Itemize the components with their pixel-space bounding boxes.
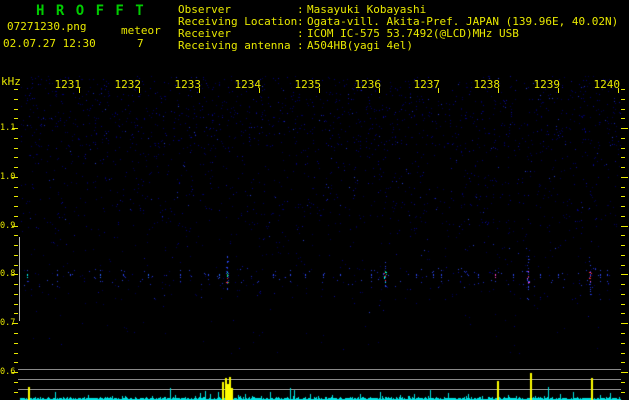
y-minor-tick-right [621, 353, 625, 354]
y-major-tick-right [621, 323, 628, 324]
y-minor-tick-right [621, 187, 625, 188]
x-tick-label: 1234 [234, 78, 262, 91]
y-minor-tick-right [621, 196, 625, 197]
y-minor-tick [14, 89, 18, 90]
y-minor-tick-right [621, 313, 625, 314]
y-minor-tick [14, 157, 18, 158]
y-minor-tick-right [621, 382, 625, 383]
y-axis-unit-label: kHz [1, 75, 21, 88]
y-minor-tick [14, 343, 18, 344]
x-tick-label: 1239 [533, 78, 561, 91]
y-minor-tick [14, 187, 18, 188]
y-minor-tick-right [621, 245, 625, 246]
x-tick-label: 1235 [294, 78, 322, 91]
y-minor-tick-right [621, 167, 625, 168]
y-tick-label: 0.6 [0, 367, 16, 377]
y-minor-tick-right [621, 216, 625, 217]
y-minor-tick [14, 333, 18, 334]
x-tick-label: 1232 [114, 78, 142, 91]
y-minor-tick [14, 392, 18, 393]
y-minor-tick-right [621, 265, 625, 266]
spectrogram-canvas [0, 0, 629, 400]
y-minor-tick-right [621, 89, 625, 90]
station-info: Observer: Masayuki Kobayashi Receiving Lo… [178, 4, 618, 52]
y-minor-tick-right [621, 392, 625, 393]
y-major-tick-right [621, 274, 628, 275]
info-row-antenna: Receiving antenna: A504HB(yagi 4el) [178, 40, 618, 52]
y-minor-tick [14, 255, 18, 256]
x-tick-label: 1238 [473, 78, 501, 91]
y-minor-tick-right [621, 138, 625, 139]
y-minor-tick [14, 138, 18, 139]
y-minor-tick-right [621, 304, 625, 305]
y-minor-tick-right [621, 235, 625, 236]
x-tick-label: 1237 [413, 78, 441, 91]
y-minor-tick-right [621, 284, 625, 285]
app-title: H R O F F T [36, 3, 146, 19]
y-minor-tick [14, 118, 18, 119]
y-minor-tick [14, 206, 18, 207]
meteor-count: 7 [137, 37, 144, 50]
y-major-tick-right [621, 177, 628, 178]
y-minor-tick [14, 148, 18, 149]
y-major-tick-right [621, 128, 628, 129]
y-minor-tick [14, 353, 18, 354]
info-label: Receiving antenna [178, 39, 291, 52]
y-minor-tick [14, 99, 18, 100]
y-minor-tick [14, 362, 18, 363]
info-colon: : [297, 39, 304, 52]
x-tick-label: 1231 [54, 78, 82, 91]
y-minor-tick-right [621, 343, 625, 344]
y-minor-tick [14, 235, 18, 236]
y-major-tick-right [621, 372, 628, 373]
hrofft-screen: H R O F F T 07271230.png meteor 02.07.27… [0, 0, 629, 400]
y-tick-label: 0.9 [0, 221, 16, 231]
y-minor-tick [14, 284, 18, 285]
x-tick-label: 1233 [174, 78, 202, 91]
y-minor-tick [14, 382, 18, 383]
datetime-label: 02.07.27 12:30 [3, 37, 96, 50]
y-minor-tick [14, 109, 18, 110]
y-minor-tick-right [621, 255, 625, 256]
info-value: A504HB(yagi 4el) [307, 39, 413, 52]
mode-label: meteor [121, 24, 161, 37]
y-minor-tick [14, 313, 18, 314]
y-minor-tick-right [621, 99, 625, 100]
y-minor-tick-right [621, 206, 625, 207]
y-minor-tick [14, 167, 18, 168]
output-filename: 07271230.png [7, 20, 87, 33]
x-tick-label: 1240 [593, 78, 621, 91]
y-tick-label: 1.1 [0, 123, 16, 133]
y-minor-tick-right [621, 333, 625, 334]
y-major-tick-right [621, 226, 628, 227]
y-minor-tick-right [621, 118, 625, 119]
y-minor-tick [14, 216, 18, 217]
y-minor-tick-right [621, 362, 625, 363]
y-minor-tick [14, 304, 18, 305]
y-minor-tick-right [621, 109, 625, 110]
x-tick-label: 1236 [354, 78, 382, 91]
y-tick-label: 1.0 [0, 172, 16, 182]
y-minor-tick-right [621, 157, 625, 158]
y-minor-tick [14, 265, 18, 266]
y-minor-tick [14, 245, 18, 246]
y-minor-tick-right [621, 294, 625, 295]
y-minor-tick [14, 294, 18, 295]
y-tick-label: 0.7 [0, 318, 16, 328]
y-minor-tick-right [621, 148, 625, 149]
y-tick-label: 0.8 [0, 269, 16, 279]
y-minor-tick [14, 196, 18, 197]
